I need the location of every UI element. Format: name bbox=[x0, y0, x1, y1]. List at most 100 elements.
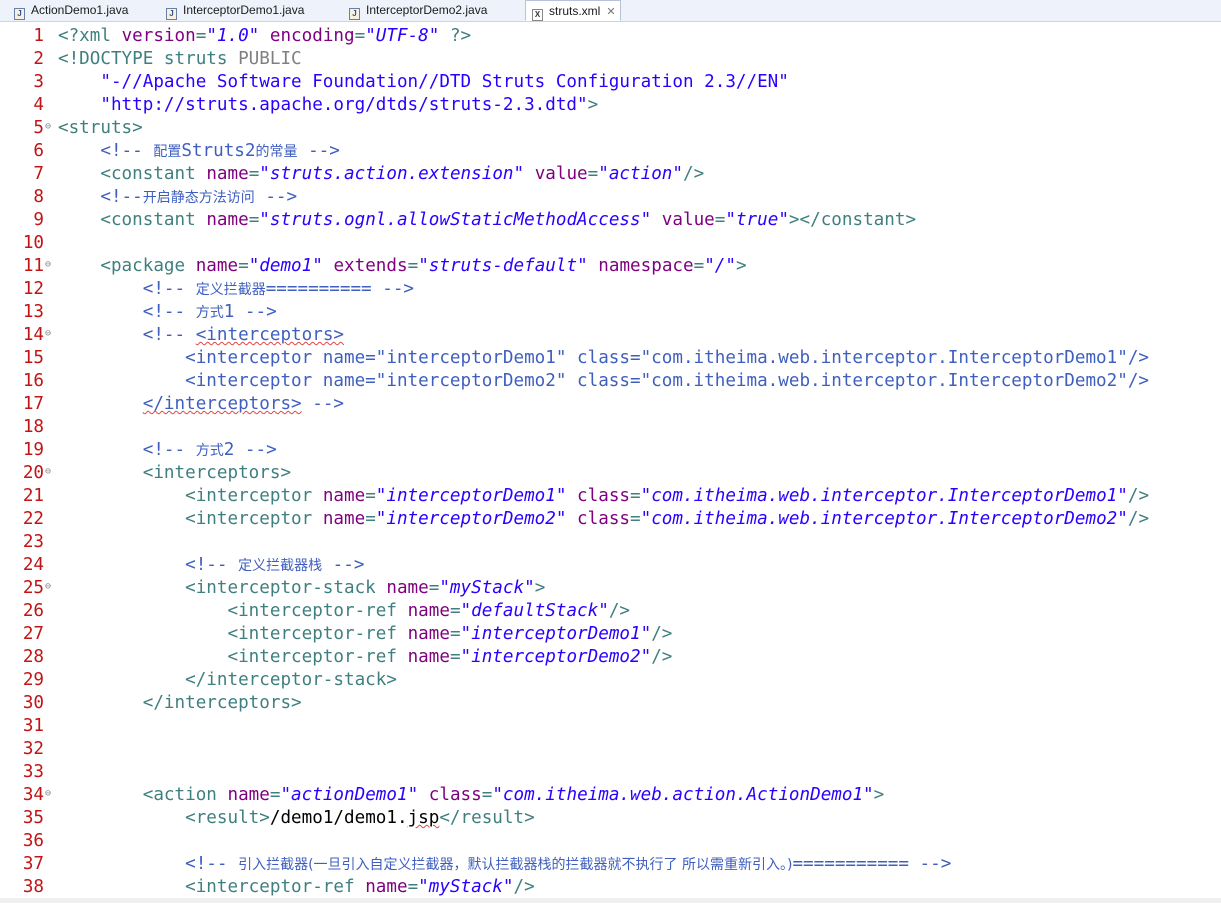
code-line[interactable]: 20 ⊖ <interceptors> bbox=[0, 462, 1221, 485]
code-line[interactable]: 33 bbox=[0, 761, 1221, 784]
code-token: <!-- bbox=[142, 302, 196, 322]
tab-interceptordemo1-java[interactable]: J InterceptorDemo1.java bbox=[166, 0, 304, 21]
code-line[interactable]: 28 <interceptor-ref name="interceptorDem… bbox=[0, 646, 1221, 669]
code-text: <interceptor name="interceptorDemo2" cla… bbox=[58, 370, 1149, 393]
code-line[interactable]: 2 <!DOCTYPE struts PUBLIC bbox=[0, 48, 1221, 71]
code-line[interactable]: 37 <!-- 引入拦截器(一旦引入自定义拦截器，默认拦截器栈的拦截器就不执行了… bbox=[0, 853, 1221, 876]
code-token: <interceptor bbox=[185, 486, 323, 506]
fold-toggle-icon[interactable]: ⊖ bbox=[45, 784, 56, 804]
fold-toggle-icon[interactable]: ⊖ bbox=[45, 117, 56, 137]
tab-struts-xml[interactable]: Xstruts.xml ✕ bbox=[525, 0, 621, 21]
code-text: <interceptor-ref name="myStack"/> bbox=[58, 876, 535, 899]
code-token: =========== --> bbox=[792, 854, 952, 874]
code-token: /> bbox=[651, 647, 673, 667]
fold-toggle-icon[interactable]: ⊖ bbox=[45, 462, 56, 482]
code-token: = bbox=[365, 509, 376, 529]
code-text: </interceptors> bbox=[58, 692, 302, 715]
code-token: = bbox=[269, 785, 281, 805]
code-token: <interceptor name="interceptorDemo2" cla… bbox=[58, 371, 1150, 391]
code-token: <?xml bbox=[58, 26, 122, 46]
editor-tab-bar: J ActionDemo1.java J InterceptorDemo1.java… bbox=[0, 0, 1221, 22]
code-token: ?> bbox=[439, 26, 472, 46]
code-line[interactable]: 21 <interceptor name="interceptorDemo1" … bbox=[0, 485, 1221, 508]
horizontal-scrollbar[interactable] bbox=[0, 898, 1221, 903]
code-text: <!DOCTYPE struts PUBLIC bbox=[58, 48, 302, 71]
code-token: "http://struts.apache.org/dtds/struts-2.… bbox=[58, 95, 588, 115]
code-token: <interceptor-ref bbox=[227, 601, 408, 621]
tab-interceptordemo2-java[interactable]: J InterceptorDemo2.java bbox=[349, 0, 487, 21]
code-token: "-//Apache Software Foundation//DTD Stru… bbox=[58, 72, 789, 92]
code-token: "demo1" bbox=[248, 256, 323, 276]
code-line[interactable]: 32 bbox=[0, 738, 1221, 761]
code-token: "com.itheima.web.interceptor.Interceptor… bbox=[640, 509, 1128, 529]
code-line[interactable]: 14 ⊖ <!-- <interceptors> bbox=[0, 324, 1221, 347]
code-line[interactable]: 38 <interceptor-ref name="myStack"/> bbox=[0, 876, 1221, 899]
code-line[interactable]: 18 bbox=[0, 416, 1221, 439]
close-icon[interactable]: ✕ bbox=[606, 2, 615, 23]
code-line[interactable]: 24 <!-- 定义拦截器栈 --> bbox=[0, 554, 1221, 577]
line-number: 19 bbox=[22, 440, 44, 460]
code-line[interactable]: 8 <!--开启静态方法访问 --> bbox=[0, 186, 1221, 209]
code-line[interactable]: 27 <interceptor-ref name="interceptorDem… bbox=[0, 623, 1221, 646]
code-line[interactable]: 3 "-//Apache Software Foundation//DTD St… bbox=[0, 71, 1221, 94]
code-line[interactable]: 29 </interceptor-stack> bbox=[0, 669, 1221, 692]
code-line[interactable]: 30 </interceptors> bbox=[0, 692, 1221, 715]
line-number: 30 bbox=[22, 693, 44, 713]
code-line[interactable]: 4 "http://struts.apache.org/dtds/struts-… bbox=[0, 94, 1221, 117]
line-number: 36 bbox=[22, 831, 44, 851]
code-token: class bbox=[428, 785, 482, 805]
code-line[interactable]: 34 ⊖ <action name="actionDemo1" class="co… bbox=[0, 784, 1221, 807]
fold-toggle-icon[interactable]: ⊖ bbox=[45, 255, 56, 275]
code-line[interactable]: 36 bbox=[0, 830, 1221, 853]
line-number: 5 bbox=[33, 118, 44, 138]
code-line[interactable]: 11 ⊖ <package name="demo1" extends="strut… bbox=[0, 255, 1221, 278]
code-token: ========== --> bbox=[265, 279, 415, 299]
code-line[interactable]: 13 <!-- 方式1 --> bbox=[0, 301, 1221, 324]
code-token: = bbox=[449, 647, 461, 667]
code-line[interactable]: 26 <interceptor-ref name="defaultStack"/… bbox=[0, 600, 1221, 623]
code-token: = bbox=[238, 256, 249, 276]
code-line[interactable]: 1 <?xml version="1.0" encoding="UTF-8" ?> bbox=[0, 25, 1221, 48]
code-line[interactable]: 6 <!-- 配置Struts2的常量 --> bbox=[0, 140, 1221, 163]
code-line[interactable]: 23 bbox=[0, 531, 1221, 554]
line-number: 33 bbox=[22, 762, 44, 782]
code-token: "struts.ognl.allowStaticMethodAccess" bbox=[259, 210, 652, 230]
code-token: > bbox=[873, 785, 885, 805]
code-token: "struts.action.extension" bbox=[259, 164, 525, 184]
line-number: 34 bbox=[22, 785, 44, 805]
xml-editor[interactable]: 1 <?xml version="1.0" encoding="UTF-8" ?>… bbox=[0, 22, 1221, 903]
code-line[interactable]: 19 <!-- 方式2 --> bbox=[0, 439, 1221, 462]
code-line[interactable]: 16 <interceptor name="interceptorDemo2" … bbox=[0, 370, 1221, 393]
code-token: "myStack" bbox=[439, 578, 535, 598]
fold-toggle-icon[interactable]: ⊖ bbox=[45, 577, 56, 597]
line-number: 11 bbox=[22, 256, 44, 276]
line-number: 21 bbox=[22, 486, 44, 506]
code-token: = bbox=[195, 26, 207, 46]
fold-toggle-icon[interactable]: ⊖ bbox=[45, 324, 56, 344]
tab-actiondemo1-java[interactable]: J ActionDemo1.java bbox=[14, 0, 128, 21]
code-token: "actionDemo1" bbox=[280, 785, 419, 805]
code-token: encoding bbox=[269, 26, 355, 46]
code-line[interactable]: 22 <interceptor name="interceptorDemo2" … bbox=[0, 508, 1221, 531]
code-line[interactable]: 9 <constant name="struts.ognl.allowStati… bbox=[0, 209, 1221, 232]
code-line[interactable]: 25 ⊖ <interceptor-stack name="myStack"> bbox=[0, 577, 1221, 600]
code-token: 引入拦截器(一旦引入自定义拦截器，默认拦截器栈的拦截器就不执行了 所以需重新引入… bbox=[238, 857, 793, 873]
code-line[interactable]: 35 <result>/demo1/demo1.jsp</result> bbox=[0, 807, 1221, 830]
code-token: = bbox=[365, 486, 376, 506]
code-line[interactable]: 12 <!-- 定义拦截器========== --> bbox=[0, 278, 1221, 301]
code-line[interactable]: 5 ⊖ <struts> bbox=[0, 117, 1221, 140]
code-line[interactable]: 17 </interceptors> --> bbox=[0, 393, 1221, 416]
code-line[interactable]: 10 bbox=[0, 232, 1221, 255]
code-line[interactable]: 15 <interceptor name="interceptorDemo1" … bbox=[0, 347, 1221, 370]
code-token: = bbox=[714, 210, 726, 230]
code-line[interactable]: 7 <constant name="struts.action.extensio… bbox=[0, 163, 1221, 186]
code-line[interactable]: 31 bbox=[0, 715, 1221, 738]
